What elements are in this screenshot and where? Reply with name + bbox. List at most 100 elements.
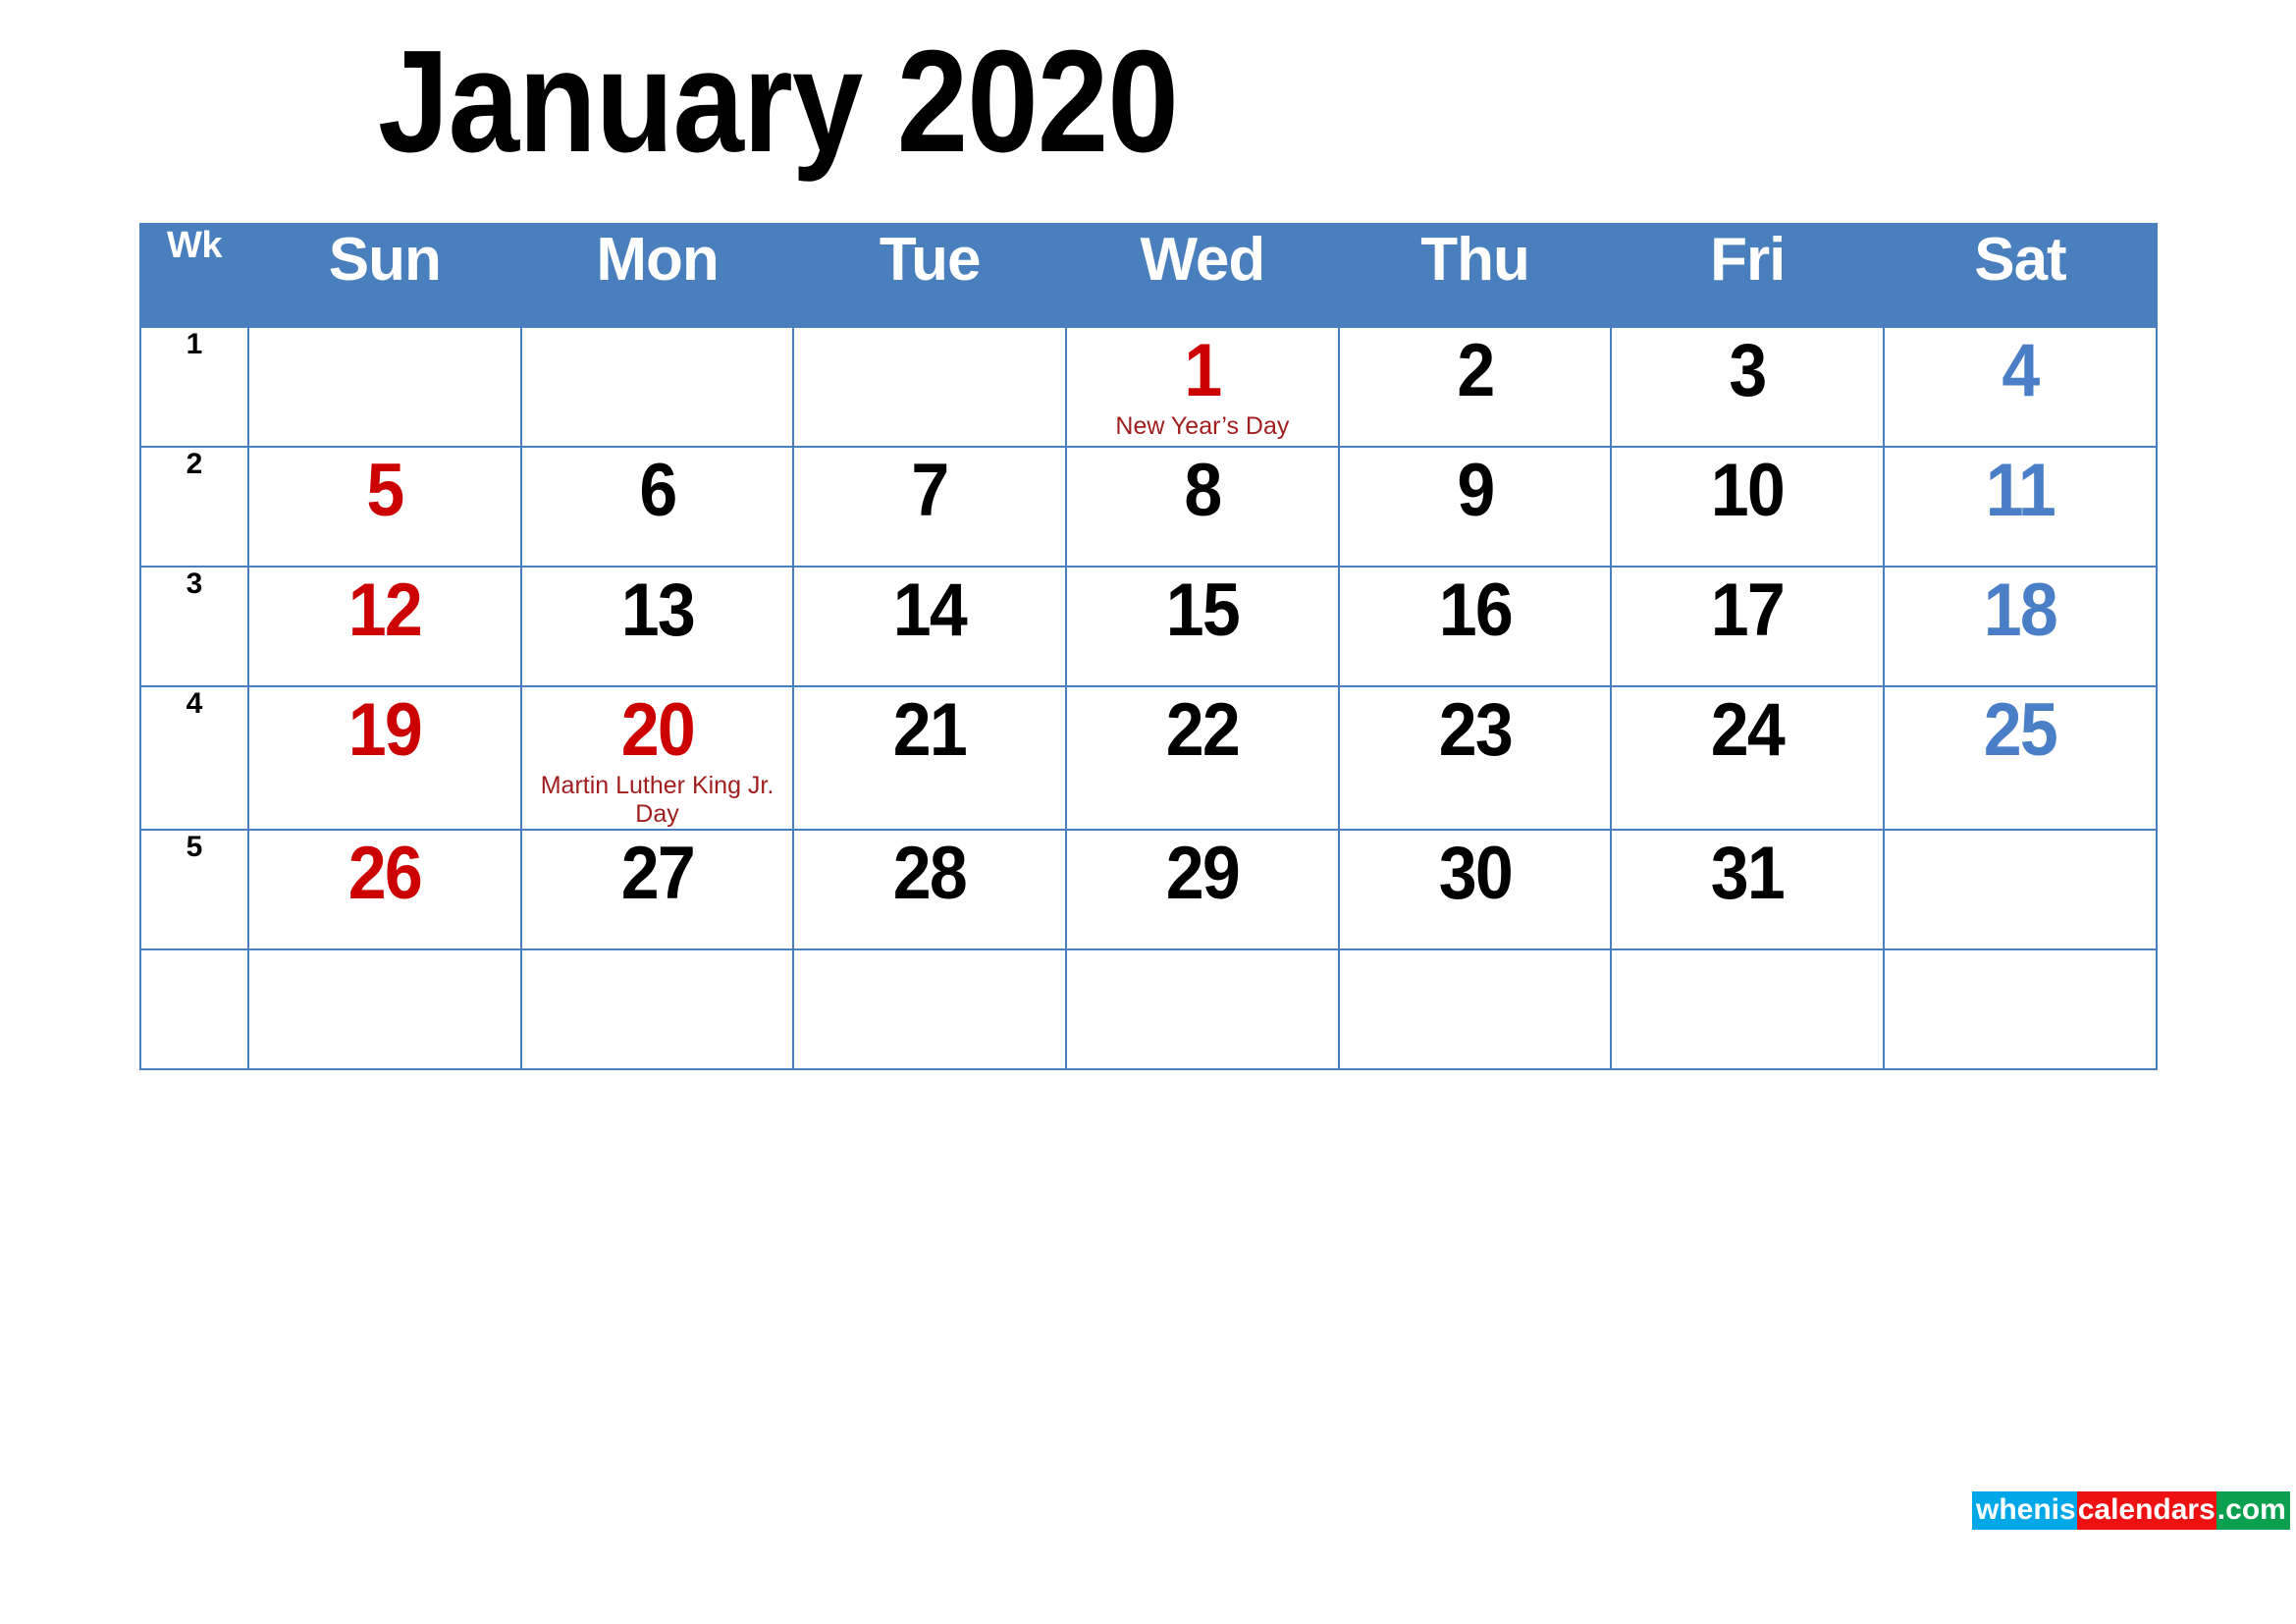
day-cell-wed[interactable]: 15: [1065, 566, 1340, 687]
day-cell-mon[interactable]: 27: [519, 828, 795, 950]
day-cell-mon[interactable]: [519, 326, 795, 448]
header-day-sun: Sun: [247, 223, 522, 328]
header-day-tue: Tue: [792, 223, 1068, 328]
day-cell-thu[interactable]: 2: [1337, 326, 1613, 448]
header-day-sat: Sat: [1883, 223, 2158, 328]
day-number: 15: [1165, 568, 1241, 652]
day-cell-wed[interactable]: 1 New Year’s Day: [1065, 326, 1340, 448]
calendar-body: 1 1 New Year’s Day 2 3 4 2 5 6 7 8 9 10 11 3 12 13 14 15 16…: [139, 326, 2158, 1070]
day-number: 8: [1184, 449, 1222, 532]
day-number: 4: [2002, 329, 2040, 412]
logo-part-com: .com: [2216, 1491, 2290, 1530]
day-number: 26: [347, 831, 423, 915]
day-cell-sat[interactable]: 11: [1883, 446, 2158, 568]
day-number: 18: [1983, 568, 2058, 652]
calendar-week-row: 5 26 27 28 29 30 31: [139, 828, 2158, 950]
day-number: 30: [1438, 831, 1514, 915]
day-cell-sat[interactable]: 18: [1883, 566, 2158, 687]
day-number: 5: [366, 449, 404, 532]
day-number: 31: [1711, 831, 1786, 915]
week-number-cell: 4: [139, 685, 249, 831]
calendar-week-row: 4 19 20 Martin Luther King Jr. Day 21 22 23 24 2…: [139, 685, 2158, 831]
day-cell-fri[interactable]: 10: [1610, 446, 1886, 568]
day-cell-fri[interactable]: [1610, 947, 1886, 1070]
day-cell-wed[interactable]: 29: [1065, 828, 1340, 950]
day-cell-thu[interactable]: 23: [1337, 685, 1613, 831]
logo-part-calendars: calendars: [2076, 1491, 2216, 1530]
calendar-week-row: 2 5 6 7 8 9 10 11: [139, 446, 2158, 568]
day-cell-fri[interactable]: 17: [1610, 566, 1886, 687]
day-cell-sat[interactable]: 4: [1883, 326, 2158, 448]
day-number: 21: [893, 688, 968, 772]
day-cell-sun[interactable]: 26: [247, 828, 522, 950]
day-number: 6: [639, 449, 677, 532]
day-number: 28: [893, 831, 968, 915]
day-number: 25: [1983, 688, 2058, 772]
day-cell-tue[interactable]: 7: [792, 446, 1068, 568]
day-cell-sun[interactable]: 12: [247, 566, 522, 687]
day-number: 3: [1729, 329, 1768, 412]
day-cell-thu[interactable]: 16: [1337, 566, 1613, 687]
day-cell-sun[interactable]: 19: [247, 685, 522, 831]
week-number-cell: 3: [139, 566, 249, 687]
day-cell-sat[interactable]: [1883, 828, 2158, 950]
day-number: 1: [1184, 329, 1222, 412]
day-number: 16: [1438, 568, 1514, 652]
day-cell-wed[interactable]: 8: [1065, 446, 1340, 568]
header-day-mon: Mon: [519, 223, 795, 328]
day-cell-sat[interactable]: [1883, 947, 2158, 1070]
day-cell-fri[interactable]: 31: [1610, 828, 1886, 950]
page-title: January 2020: [378, 21, 1179, 183]
day-number: 9: [1457, 449, 1495, 532]
day-number: 24: [1711, 688, 1786, 772]
day-cell-mon[interactable]: 20 Martin Luther King Jr. Day: [519, 685, 795, 831]
header-day-thu: Thu: [1337, 223, 1613, 328]
day-number: 20: [620, 688, 695, 772]
day-number: 7: [911, 449, 950, 532]
day-cell-fri[interactable]: 3: [1610, 326, 1886, 448]
header-week-number: Wk: [139, 223, 249, 328]
site-logo[interactable]: whenis calendars .com: [1972, 1491, 2290, 1530]
day-number: 2: [1457, 329, 1495, 412]
day-cell-tue[interactable]: 21: [792, 685, 1068, 831]
calendar-week-row: [139, 947, 2158, 1070]
day-number: 23: [1438, 688, 1514, 772]
day-cell-sun[interactable]: [247, 326, 522, 448]
day-cell-sun[interactable]: 5: [247, 446, 522, 568]
day-number: 10: [1711, 449, 1786, 532]
day-cell-wed[interactable]: 22: [1065, 685, 1340, 831]
day-number: 14: [893, 568, 968, 652]
day-cell-fri[interactable]: 24: [1610, 685, 1886, 831]
calendar-header: Wk Sun Mon Tue Wed Thu Fri Sat: [139, 223, 2158, 328]
day-cell-thu[interactable]: [1337, 947, 1613, 1070]
day-cell-sun[interactable]: [247, 947, 522, 1070]
calendar-week-row: 3 12 13 14 15 16 17 18: [139, 566, 2158, 687]
day-number: 27: [620, 831, 695, 915]
header-row: Wk Sun Mon Tue Wed Thu Fri Sat: [139, 223, 2158, 328]
calendar-week-row: 1 1 New Year’s Day 2 3 4: [139, 326, 2158, 448]
day-cell-tue[interactable]: [792, 947, 1068, 1070]
day-cell-tue[interactable]: 28: [792, 828, 1068, 950]
day-cell-thu[interactable]: 9: [1337, 446, 1613, 568]
day-number: 22: [1165, 688, 1241, 772]
calendar-grid: Wk Sun Mon Tue Wed Thu Fri Sat 1 1 New Yea…: [139, 223, 2158, 1070]
week-number-cell: 5: [139, 828, 249, 950]
day-number: 13: [620, 568, 695, 652]
day-cell-sat[interactable]: 25: [1883, 685, 2158, 831]
week-number-cell: 1: [139, 326, 249, 448]
day-cell-mon[interactable]: 13: [519, 566, 795, 687]
day-cell-tue[interactable]: [792, 326, 1068, 448]
day-number: 11: [1985, 449, 2056, 532]
week-number-cell: 2: [139, 446, 249, 568]
day-cell-wed[interactable]: [1065, 947, 1340, 1070]
day-number: 29: [1165, 831, 1241, 915]
header-day-wed: Wed: [1065, 223, 1340, 328]
day-cell-mon[interactable]: 6: [519, 446, 795, 568]
logo-part-whenis: whenis: [1972, 1491, 2077, 1530]
day-number: 17: [1711, 568, 1786, 652]
week-number-cell: [139, 947, 249, 1070]
day-cell-mon[interactable]: [519, 947, 795, 1070]
day-cell-thu[interactable]: 30: [1337, 828, 1613, 950]
day-cell-tue[interactable]: 14: [792, 566, 1068, 687]
holiday-label: New Year’s Day: [1115, 412, 1290, 440]
